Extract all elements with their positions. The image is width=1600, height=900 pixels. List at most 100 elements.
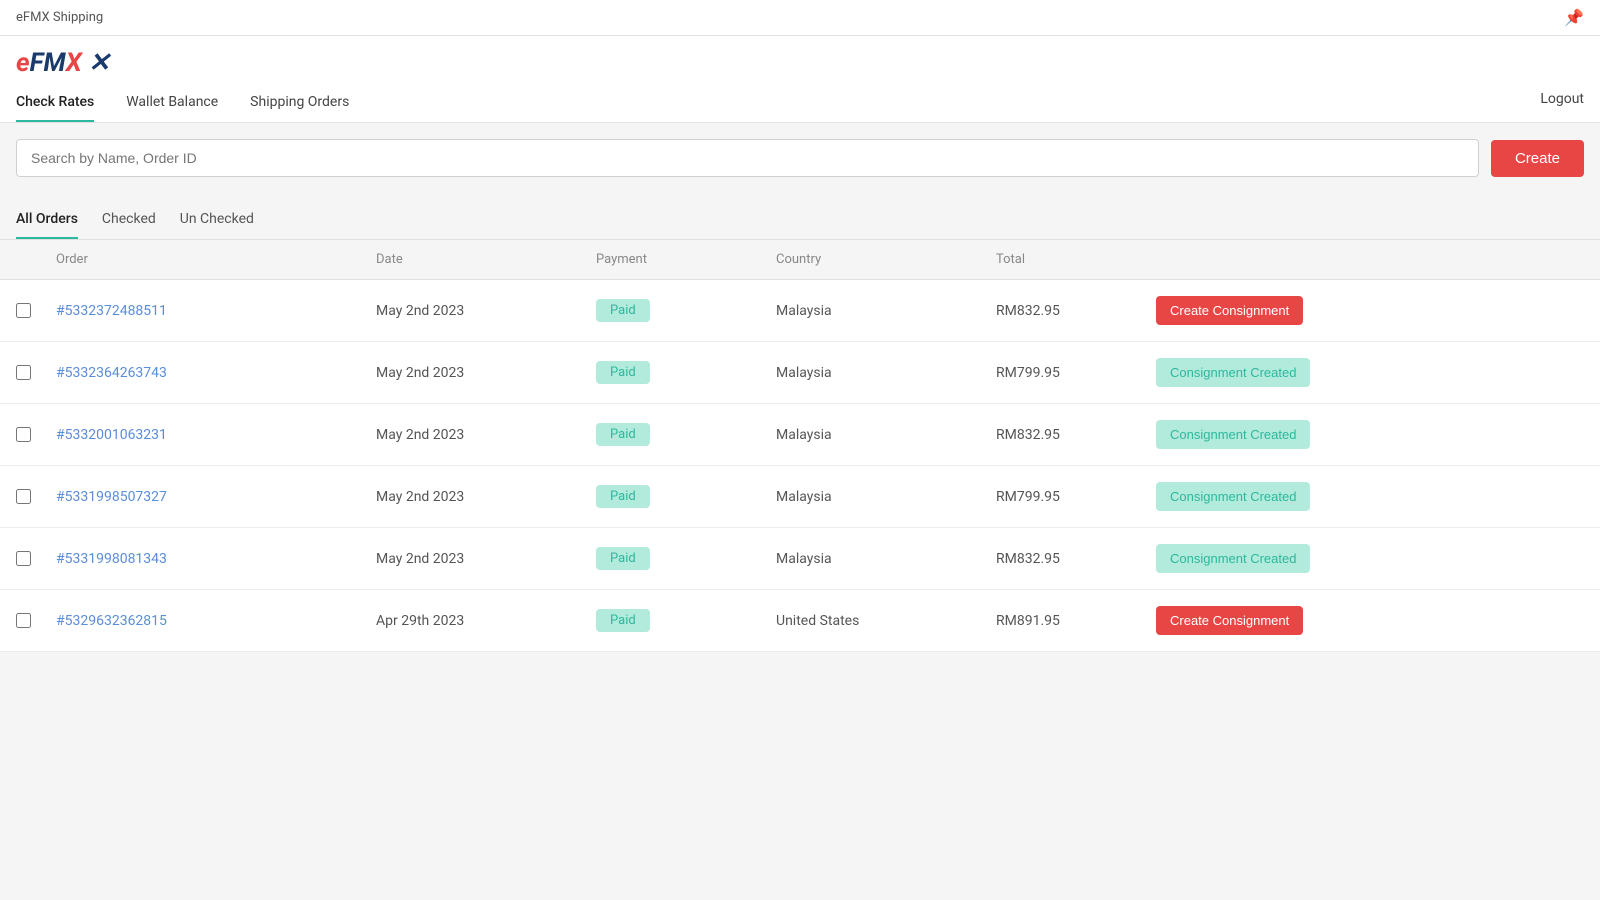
table-row: #5332001063231 May 2nd 2023 Paid Malaysi…: [0, 404, 1600, 466]
row-payment: Paid: [596, 299, 776, 322]
tab-shipping-orders[interactable]: Shipping Orders: [250, 86, 349, 122]
paid-badge: Paid: [596, 485, 650, 508]
row-order: #5332001063231: [56, 427, 376, 443]
row-action: Create Consignment: [1156, 296, 1376, 325]
row-total-text: RM799.95: [996, 365, 1060, 381]
consignment-created-button[interactable]: Consignment Created: [1156, 544, 1310, 573]
header-total: Total: [996, 252, 1156, 267]
row-checkbox[interactable]: [16, 427, 31, 442]
row-date-text: May 2nd 2023: [376, 551, 464, 567]
row-total-text: RM832.95: [996, 303, 1060, 319]
order-link[interactable]: #5329632362815: [56, 613, 167, 629]
row-date-text: May 2nd 2023: [376, 489, 464, 505]
filter-all-orders[interactable]: All Orders: [16, 205, 78, 239]
row-checkbox-col: [16, 551, 56, 566]
row-checkbox-col: [16, 427, 56, 442]
header-checkbox-col: [16, 252, 56, 267]
table-body: #5332372488511 May 2nd 2023 Paid Malaysi…: [0, 280, 1600, 652]
row-action: Consignment Created: [1156, 544, 1376, 573]
row-order: #5329632362815: [56, 613, 376, 629]
consignment-created-button[interactable]: Consignment Created: [1156, 358, 1310, 387]
logo: eFMX ✕: [16, 48, 1584, 78]
tab-wallet-balance[interactable]: Wallet Balance: [126, 86, 218, 122]
row-checkbox[interactable]: [16, 303, 31, 318]
row-checkbox[interactable]: [16, 365, 31, 380]
paid-badge: Paid: [596, 361, 650, 384]
row-date: May 2nd 2023: [376, 365, 596, 381]
row-order: #5331998507327: [56, 489, 376, 505]
row-checkbox-col: [16, 489, 56, 504]
row-checkbox[interactable]: [16, 489, 31, 504]
row-country: Malaysia: [776, 303, 996, 319]
order-link[interactable]: #5332364263743: [56, 365, 167, 381]
table-row: #5329632362815 Apr 29th 2023 Paid United…: [0, 590, 1600, 652]
consignment-created-button[interactable]: Consignment Created: [1156, 420, 1310, 449]
row-total: RM832.95: [996, 427, 1156, 443]
consignment-created-button[interactable]: Consignment Created: [1156, 482, 1310, 511]
header-date: Date: [376, 252, 596, 267]
row-payment: Paid: [596, 361, 776, 384]
nav-tabs: Check Rates Wallet Balance Shipping Orde…: [16, 86, 1584, 122]
order-link[interactable]: #5331998507327: [56, 489, 167, 505]
row-payment: Paid: [596, 547, 776, 570]
logout-button[interactable]: Logout: [1540, 91, 1584, 117]
tab-check-rates[interactable]: Check Rates: [16, 86, 94, 122]
header-country: Country: [776, 252, 996, 267]
row-action: Create Consignment: [1156, 606, 1376, 635]
row-action: Consignment Created: [1156, 358, 1376, 387]
row-checkbox[interactable]: [16, 613, 31, 628]
row-total: RM799.95: [996, 489, 1156, 505]
row-total: RM832.95: [996, 303, 1156, 319]
row-total-text: RM832.95: [996, 427, 1060, 443]
row-country-text: Malaysia: [776, 303, 832, 319]
header-payment: Payment: [596, 252, 776, 267]
row-country: Malaysia: [776, 427, 996, 443]
order-link[interactable]: #5332001063231: [56, 427, 167, 443]
row-country-text: Malaysia: [776, 365, 832, 381]
row-date-text: May 2nd 2023: [376, 303, 464, 319]
row-date: May 2nd 2023: [376, 303, 596, 319]
order-link[interactable]: #5332372488511: [56, 303, 167, 319]
table-row: #5332372488511 May 2nd 2023 Paid Malaysi…: [0, 280, 1600, 342]
filter-checked[interactable]: Checked: [102, 205, 156, 239]
row-country: Malaysia: [776, 489, 996, 505]
top-bar-title: eFMX Shipping: [16, 10, 103, 25]
table-header: Order Date Payment Country Total: [0, 240, 1600, 280]
order-link[interactable]: #5331998081343: [56, 551, 167, 567]
row-country-text: Malaysia: [776, 489, 832, 505]
header-action: [1156, 252, 1376, 267]
row-order: #5332364263743: [56, 365, 376, 381]
row-date: Apr 29th 2023: [376, 613, 596, 629]
row-date: May 2nd 2023: [376, 489, 596, 505]
row-total-text: RM799.95: [996, 489, 1060, 505]
row-action: Consignment Created: [1156, 482, 1376, 511]
filter-unchecked[interactable]: Un Checked: [180, 205, 254, 239]
filter-tabs: All Orders Checked Un Checked: [0, 193, 1600, 240]
row-total: RM799.95: [996, 365, 1156, 381]
paid-badge: Paid: [596, 299, 650, 322]
row-country: United States: [776, 613, 996, 629]
create-consignment-button[interactable]: Create Consignment: [1156, 606, 1303, 635]
create-button[interactable]: Create: [1491, 140, 1584, 177]
row-checkbox[interactable]: [16, 551, 31, 566]
row-date-text: Apr 29th 2023: [376, 613, 464, 629]
paid-badge: Paid: [596, 423, 650, 446]
search-input[interactable]: [16, 139, 1479, 177]
paid-badge: Paid: [596, 547, 650, 570]
search-bar-section: Create: [0, 123, 1600, 193]
row-total: RM832.95: [996, 551, 1156, 567]
row-order: #5331998081343: [56, 551, 376, 567]
row-action: Consignment Created: [1156, 420, 1376, 449]
row-country-text: Malaysia: [776, 427, 832, 443]
pin-icon: 📌: [1564, 8, 1584, 27]
row-order: #5332372488511: [56, 303, 376, 319]
row-payment: Paid: [596, 609, 776, 632]
table-row: #5331998507327 May 2nd 2023 Paid Malaysi…: [0, 466, 1600, 528]
header: eFMX ✕ Check Rates Wallet Balance Shippi…: [0, 36, 1600, 123]
row-date: May 2nd 2023: [376, 551, 596, 567]
row-total: RM891.95: [996, 613, 1156, 629]
row-payment: Paid: [596, 423, 776, 446]
create-consignment-button[interactable]: Create Consignment: [1156, 296, 1303, 325]
row-date-text: May 2nd 2023: [376, 365, 464, 381]
row-date: May 2nd 2023: [376, 427, 596, 443]
